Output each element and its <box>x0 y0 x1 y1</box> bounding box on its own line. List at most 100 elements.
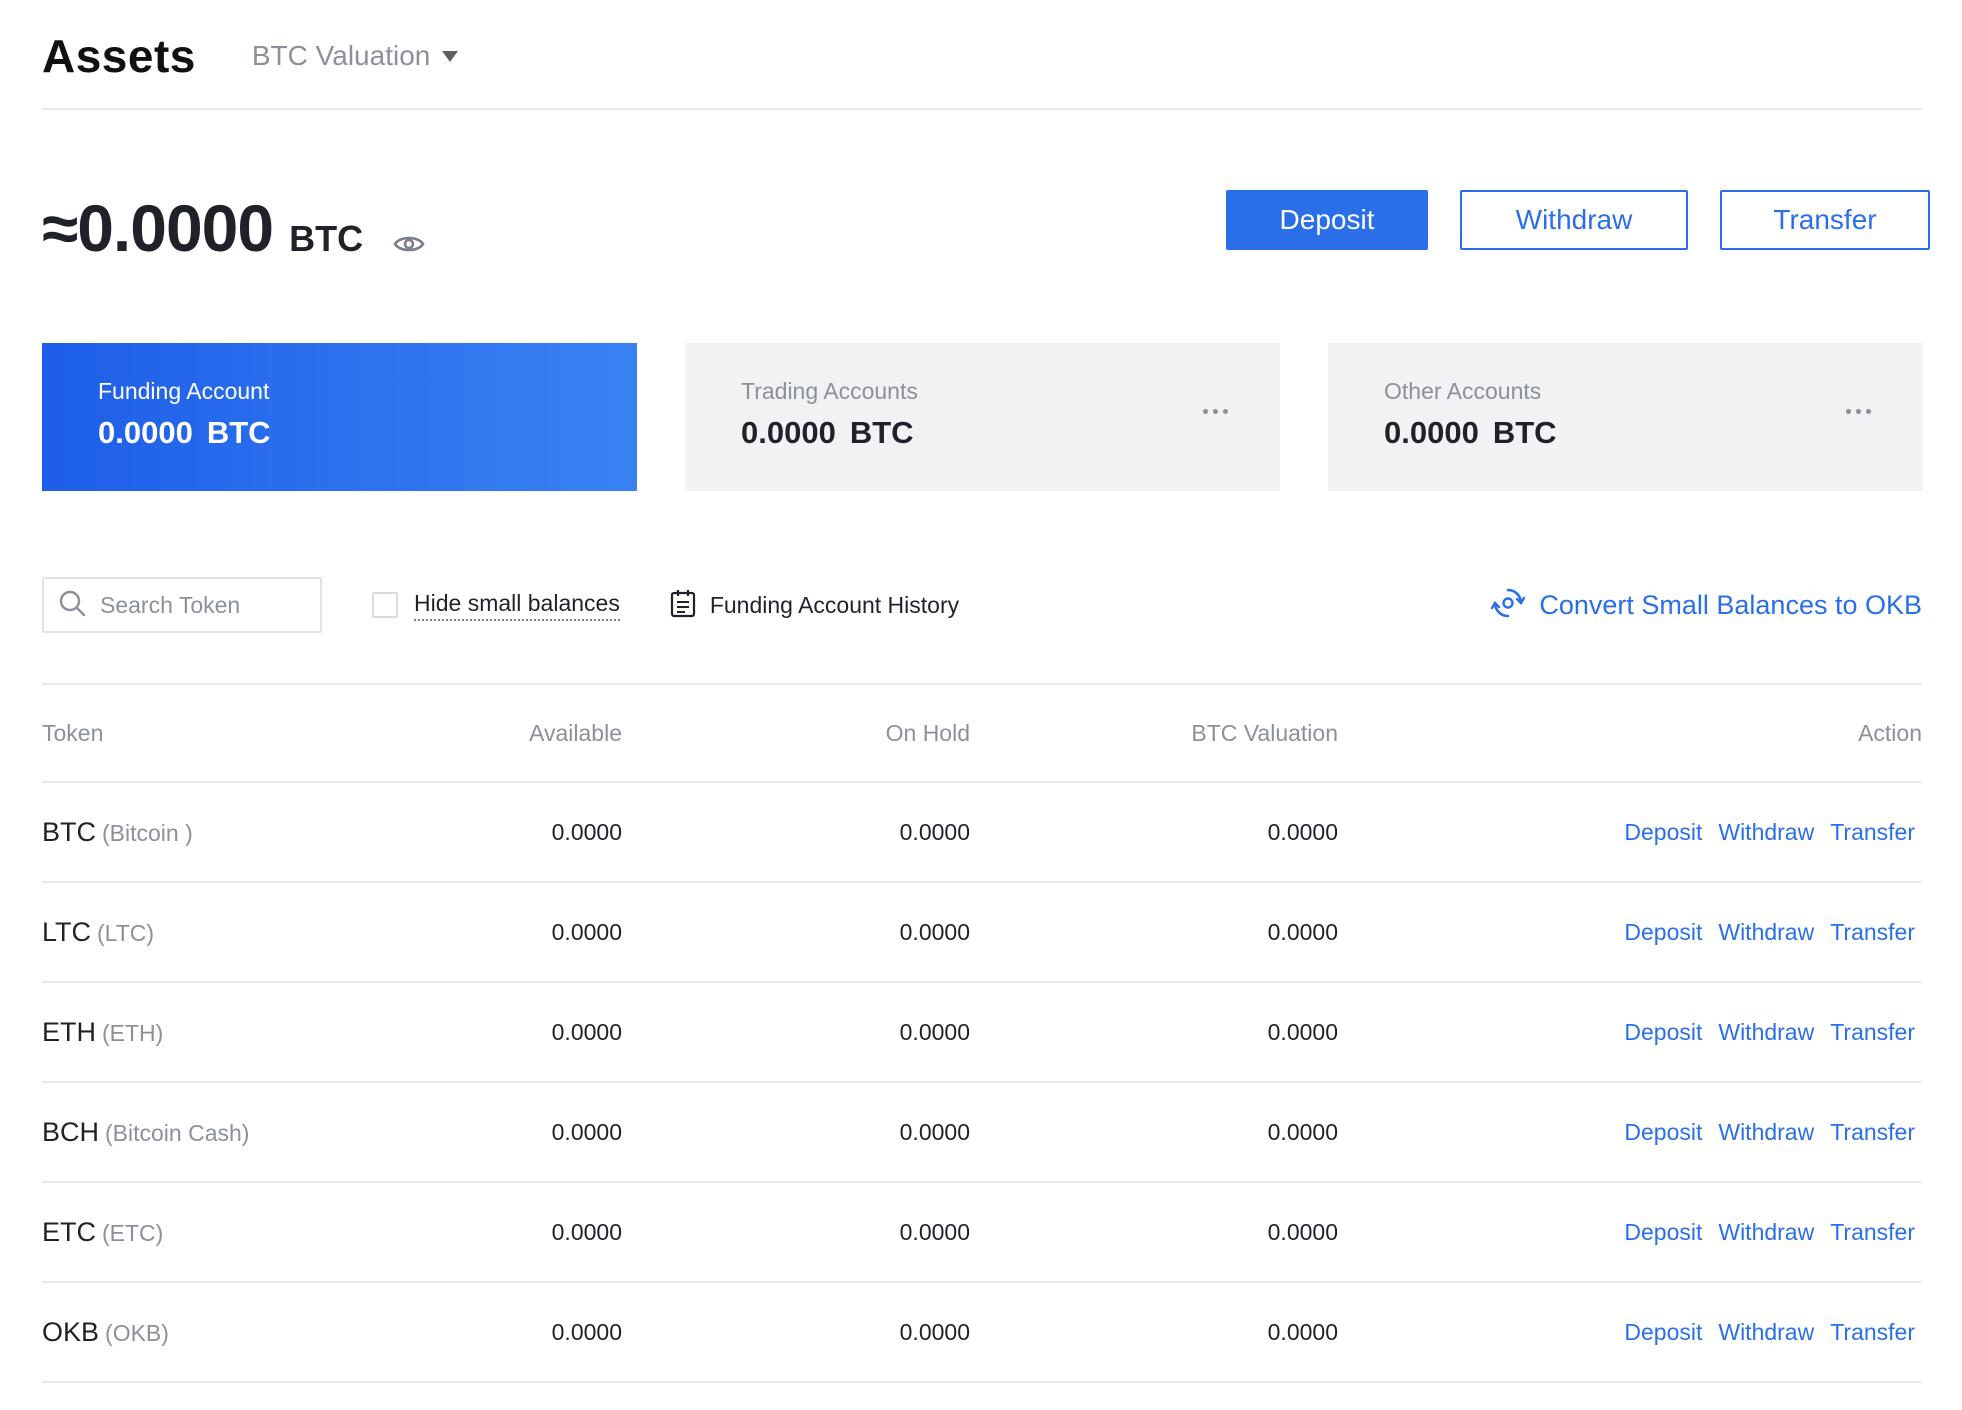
deposit-button[interactable]: Deposit <box>1226 190 1428 250</box>
action-cell: Deposit Withdraw Transfer <box>1338 819 1922 846</box>
table-row: BCH (Bitcoin Cash) 0.0000 0.0000 0.0000 D… <box>42 1083 1922 1183</box>
row-withdraw-link[interactable]: Withdraw <box>1718 1119 1814 1145</box>
row-withdraw-link[interactable]: Withdraw <box>1718 1319 1814 1345</box>
token-name: (Bitcoin Cash) <box>105 1119 250 1146</box>
row-deposit-link[interactable]: Deposit <box>1624 1219 1702 1245</box>
convert-icon <box>1491 586 1526 625</box>
btc-valuation-cell: 0.0000 <box>1267 918 1338 945</box>
token-name: (Bitcoin ) <box>102 819 193 846</box>
table-header: Token Available On Hold BTC Valuation Ac… <box>42 685 1922 783</box>
search-icon <box>58 589 86 622</box>
asset-toolbar: Hide small balances Funding Account Hist… <box>42 576 1922 634</box>
card-unit: BTC <box>849 415 914 450</box>
valuation-dropdown-label: BTC Valuation <box>251 40 431 71</box>
token-cell: ETC (ETC) <box>42 1217 422 1248</box>
btc-valuation-cell: 0.0000 <box>1267 1118 1338 1145</box>
token-cell: BCH (Bitcoin Cash) <box>42 1117 422 1148</box>
top-actions: Deposit Withdraw Transfer <box>1226 190 1930 250</box>
token-symbol: OKB <box>42 1316 100 1347</box>
table-row: BTC (Bitcoin ) 0.0000 0.0000 0.0000 Depos… <box>42 783 1922 883</box>
token-name: (LTC) <box>97 919 155 946</box>
table-row: ETH (ETH) 0.0000 0.0000 0.0000 Deposit Wit… <box>42 983 1922 1083</box>
card-unit: BTC <box>1492 415 1557 450</box>
on-hold-cell: 0.0000 <box>899 1018 970 1045</box>
token-cell: BTC (Bitcoin ) <box>42 817 422 848</box>
page-header: Assets BTC Valuation <box>42 26 1922 110</box>
row-deposit-link[interactable]: Deposit <box>1624 919 1702 945</box>
action-cell: Deposit Withdraw Transfer <box>1338 1119 1922 1146</box>
balance-unit: BTC <box>289 218 364 259</box>
token-symbol: ETH <box>42 1016 96 1047</box>
search-input[interactable] <box>100 591 300 619</box>
row-withdraw-link[interactable]: Withdraw <box>1718 1219 1814 1245</box>
row-deposit-link[interactable]: Deposit <box>1624 1319 1702 1345</box>
total-balance: ≈0.0000 BTC <box>42 190 425 266</box>
token-name: (ETH) <box>102 1019 164 1046</box>
card-amount: 0.0000 <box>98 415 193 450</box>
btc-valuation-cell: 0.0000 <box>1267 1018 1338 1045</box>
btc-valuation-cell: 0.0000 <box>1267 1218 1338 1245</box>
assets-table: Token Available On Hold BTC Valuation Ac… <box>42 683 1922 1383</box>
available-cell: 0.0000 <box>551 1118 622 1145</box>
row-withdraw-link[interactable]: Withdraw <box>1718 1019 1814 1045</box>
token-cell: LTC (LTC) <box>42 917 422 948</box>
row-transfer-link[interactable]: Transfer <box>1830 919 1915 945</box>
funding-history-label: Funding Account History <box>709 591 960 618</box>
trading-accounts-card[interactable]: Trading Accounts 0.0000 BTC <box>685 343 1280 491</box>
more-icon[interactable] <box>1203 409 1228 414</box>
action-cell: Deposit Withdraw Transfer <box>1338 1219 1922 1246</box>
valuation-dropdown[interactable]: BTC Valuation <box>251 38 459 74</box>
header-on-hold: On Hold <box>885 719 970 746</box>
assets-page: Assets BTC Valuation ≈0.0000 BTC Deposit… <box>0 0 1962 1410</box>
search-box <box>42 577 322 633</box>
card-value: 0.0000 BTC <box>741 413 1224 453</box>
row-transfer-link[interactable]: Transfer <box>1830 819 1915 845</box>
caret-down-icon <box>442 50 459 62</box>
row-transfer-link[interactable]: Transfer <box>1830 1019 1915 1045</box>
header-action: Action <box>1858 719 1922 746</box>
convert-small-balances-link[interactable]: Convert Small Balances to OKB <box>1491 586 1922 625</box>
token-symbol: LTC <box>42 916 92 947</box>
on-hold-cell: 0.0000 <box>899 918 970 945</box>
hide-small-label: Hide small balances <box>414 590 620 621</box>
on-hold-cell: 0.0000 <box>899 1318 970 1345</box>
on-hold-cell: 0.0000 <box>899 818 970 845</box>
row-transfer-link[interactable]: Transfer <box>1830 1219 1915 1245</box>
funding-history-link[interactable]: Funding Account History <box>670 588 959 623</box>
header-btc-valuation: BTC Valuation <box>1191 719 1338 746</box>
token-symbol: BTC <box>42 816 96 847</box>
transfer-button[interactable]: Transfer <box>1720 190 1930 250</box>
row-deposit-link[interactable]: Deposit <box>1624 819 1702 845</box>
eye-icon[interactable] <box>393 233 425 260</box>
header-available: Available <box>529 719 622 746</box>
on-hold-cell: 0.0000 <box>899 1218 970 1245</box>
withdraw-button[interactable]: Withdraw <box>1460 190 1688 250</box>
available-cell: 0.0000 <box>551 818 622 845</box>
row-deposit-link[interactable]: Deposit <box>1624 1019 1702 1045</box>
token-name: (ETC) <box>102 1219 164 1246</box>
available-cell: 0.0000 <box>551 1018 622 1045</box>
more-icon[interactable] <box>1846 409 1871 414</box>
card-amount: 0.0000 <box>1384 415 1479 450</box>
row-transfer-link[interactable]: Transfer <box>1830 1319 1915 1345</box>
on-hold-cell: 0.0000 <box>899 1118 970 1145</box>
other-accounts-card[interactable]: Other Accounts 0.0000 BTC <box>1328 343 1923 491</box>
token-cell: OKB (OKB) <box>42 1317 422 1348</box>
funding-account-card[interactable]: Funding Account 0.0000 BTC <box>42 343 637 491</box>
row-withdraw-link[interactable]: Withdraw <box>1718 919 1814 945</box>
balance-amount: ≈0.0000 <box>42 191 274 265</box>
convert-small-balances-label: Convert Small Balances to OKB <box>1539 589 1922 620</box>
hide-small-checkbox[interactable] <box>372 592 398 618</box>
card-label: Other Accounts <box>1384 378 1542 404</box>
hide-small-balances[interactable]: Hide small balances <box>372 590 620 621</box>
row-withdraw-link[interactable]: Withdraw <box>1718 819 1814 845</box>
action-cell: Deposit Withdraw Transfer <box>1338 1319 1922 1346</box>
card-value: 0.0000 BTC <box>98 413 581 453</box>
row-deposit-link[interactable]: Deposit <box>1624 1119 1702 1145</box>
token-symbol: ETC <box>42 1216 96 1247</box>
btc-valuation-cell: 0.0000 <box>1267 818 1338 845</box>
available-cell: 0.0000 <box>551 918 622 945</box>
table-row: ETC (ETC) 0.0000 0.0000 0.0000 Deposit Wit… <box>42 1183 1922 1283</box>
token-symbol: BCH <box>42 1116 100 1147</box>
row-transfer-link[interactable]: Transfer <box>1830 1119 1915 1145</box>
